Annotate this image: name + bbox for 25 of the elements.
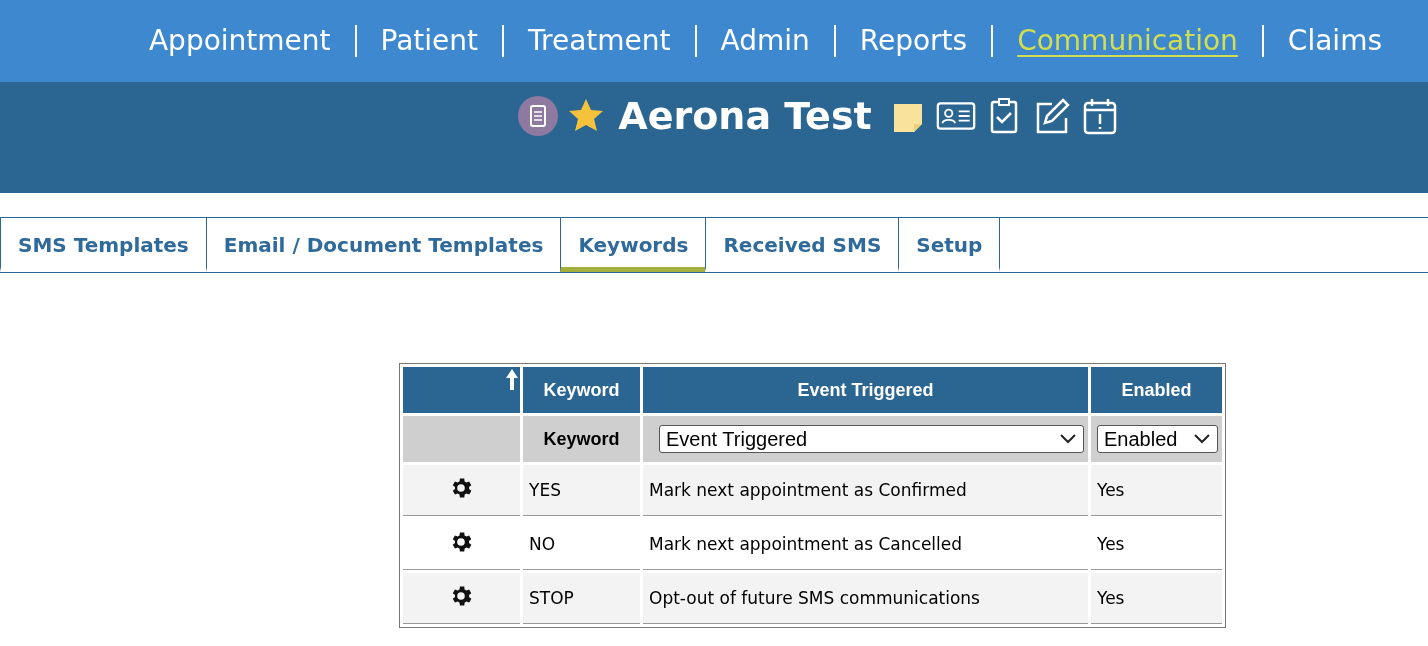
tab[interactable]: Keywords [560,218,706,272]
nav-link[interactable]: Admin [694,25,834,57]
chevron-down-icon [1193,433,1211,445]
enabled-filter-select[interactable]: Enabled [1097,425,1218,453]
sort-arrow-icon[interactable] [505,368,519,392]
clipboard-icon[interactable] [518,96,559,136]
filter-label: Keyword [523,416,640,462]
column-header[interactable]: Enabled [1091,367,1222,413]
nav-link[interactable]: Reports [833,25,992,57]
column-header[interactable]: Keyword [523,367,640,413]
table-cell: Yes [1091,465,1222,516]
table-cell: YES [523,465,640,516]
tab[interactable]: Setup [898,218,1001,272]
nav-link[interactable]: Claims [1261,25,1406,57]
patient-name: Aerona Test [618,93,872,140]
table-cell: Mark next appointment as Confirmed [643,465,1088,516]
column-header[interactable]: Event Triggered [643,367,1088,413]
event-filter-select[interactable]: Event Triggered [659,425,1084,453]
table-cell: STOP [523,573,640,624]
nav-link[interactable]: Appointment [124,25,355,57]
chevron-down-icon [1059,433,1077,445]
table-cell: Yes [1091,573,1222,624]
nav-link[interactable]: Patient [354,25,502,57]
table-cell: Opt-out of future SMS communications [643,573,1088,624]
nav-link[interactable]: Treatment [502,25,695,57]
